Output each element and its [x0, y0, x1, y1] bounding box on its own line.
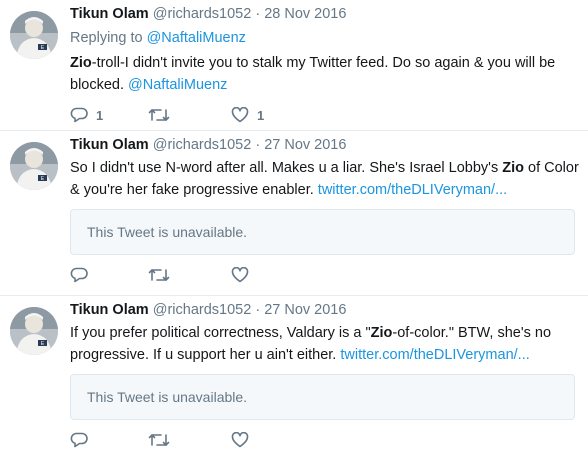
heart-icon — [231, 432, 249, 448]
tweet-date[interactable]: 28 Nov 2016 — [264, 6, 346, 22]
replying-to: Replying to @NaftaliMuenz — [70, 28, 246, 48]
tweet[interactable]: E Tikun Olam @richards1052 · 28 Nov 2016… — [0, 0, 588, 131]
tweet-header: Tikun Olam @richards1052 · 27 Nov 2016 — [70, 135, 346, 155]
separator-dot: · — [255, 302, 261, 318]
like-button[interactable] — [231, 265, 249, 285]
tweet-header: Tikun Olam @richards1052 · 27 Nov 2016 — [70, 300, 346, 320]
reply-icon — [70, 107, 88, 123]
tweet-date[interactable]: 27 Nov 2016 — [264, 302, 346, 318]
replying-label: Replying to — [70, 30, 143, 46]
author-name[interactable]: Tikun Olam — [70, 302, 149, 318]
like-button[interactable] — [231, 430, 249, 450]
like-button[interactable]: 1 — [231, 105, 264, 125]
tweet-text: So I didn't use N-word after all. Makes … — [70, 157, 580, 201]
tweet-link[interactable]: twitter.com/theDLIVeryman/... — [318, 182, 507, 198]
author-name[interactable]: Tikun Olam — [70, 6, 149, 22]
separator-dot: · — [255, 137, 261, 153]
like-count: 1 — [257, 107, 265, 123]
avatar[interactable]: E — [10, 11, 58, 59]
tweet-date[interactable]: 27 Nov 2016 — [264, 137, 346, 153]
retweet-icon — [148, 109, 170, 121]
heart-icon — [231, 267, 249, 283]
tweet-header: Tikun Olam @richards1052 · 28 Nov 2016 — [70, 4, 346, 24]
tweet-text-part: So I didn't use N-word after all. Makes … — [70, 160, 503, 176]
highlighted-term: Zio — [70, 55, 92, 71]
highlighted-term: Zio — [502, 160, 524, 176]
retweet-button[interactable] — [148, 430, 170, 450]
author-handle[interactable]: @richards1052 — [153, 6, 252, 22]
reply-button[interactable] — [70, 430, 88, 450]
mention-link[interactable]: @NaftaliMuenz — [128, 77, 227, 93]
author-handle[interactable]: @richards1052 — [153, 137, 252, 153]
tweet-text: Zio-troll-I didn't invite you to stalk m… — [70, 52, 580, 96]
reply-icon — [70, 432, 88, 448]
heart-icon — [231, 107, 249, 123]
author-name[interactable]: Tikun Olam — [70, 137, 149, 153]
retweet-button[interactable] — [148, 265, 170, 285]
reply-button[interactable] — [70, 265, 88, 285]
reply-count: 1 — [96, 107, 104, 123]
separator-dot: · — [255, 6, 261, 22]
reply-icon — [70, 267, 88, 283]
author-handle[interactable]: @richards1052 — [153, 302, 252, 318]
reply-button[interactable]: 1 — [70, 105, 103, 125]
replying-to-link[interactable]: @NaftaliMuenz — [147, 30, 246, 46]
tweet-text: If you prefer political correctness, Val… — [70, 322, 580, 366]
highlighted-term: Zio — [370, 325, 393, 341]
retweet-icon — [148, 269, 170, 281]
avatar[interactable]: E — [10, 142, 58, 190]
avatar[interactable]: E — [10, 307, 58, 355]
tweet[interactable]: E Tikun Olam @richards1052 · 27 Nov 2016… — [0, 131, 588, 296]
retweet-icon — [148, 434, 170, 446]
tweet[interactable]: E Tikun Olam @richards1052 · 27 Nov 2016… — [0, 296, 588, 461]
retweet-button[interactable] — [148, 105, 170, 125]
quoted-tweet-unavailable[interactable]: This Tweet is unavailable. — [70, 209, 575, 255]
tweet-link[interactable]: twitter.com/theDLIVeryman/... — [340, 347, 529, 363]
quoted-tweet-unavailable[interactable]: This Tweet is unavailable. — [70, 374, 575, 420]
tweet-text-part: If you prefer political correctness, Val… — [70, 325, 371, 341]
